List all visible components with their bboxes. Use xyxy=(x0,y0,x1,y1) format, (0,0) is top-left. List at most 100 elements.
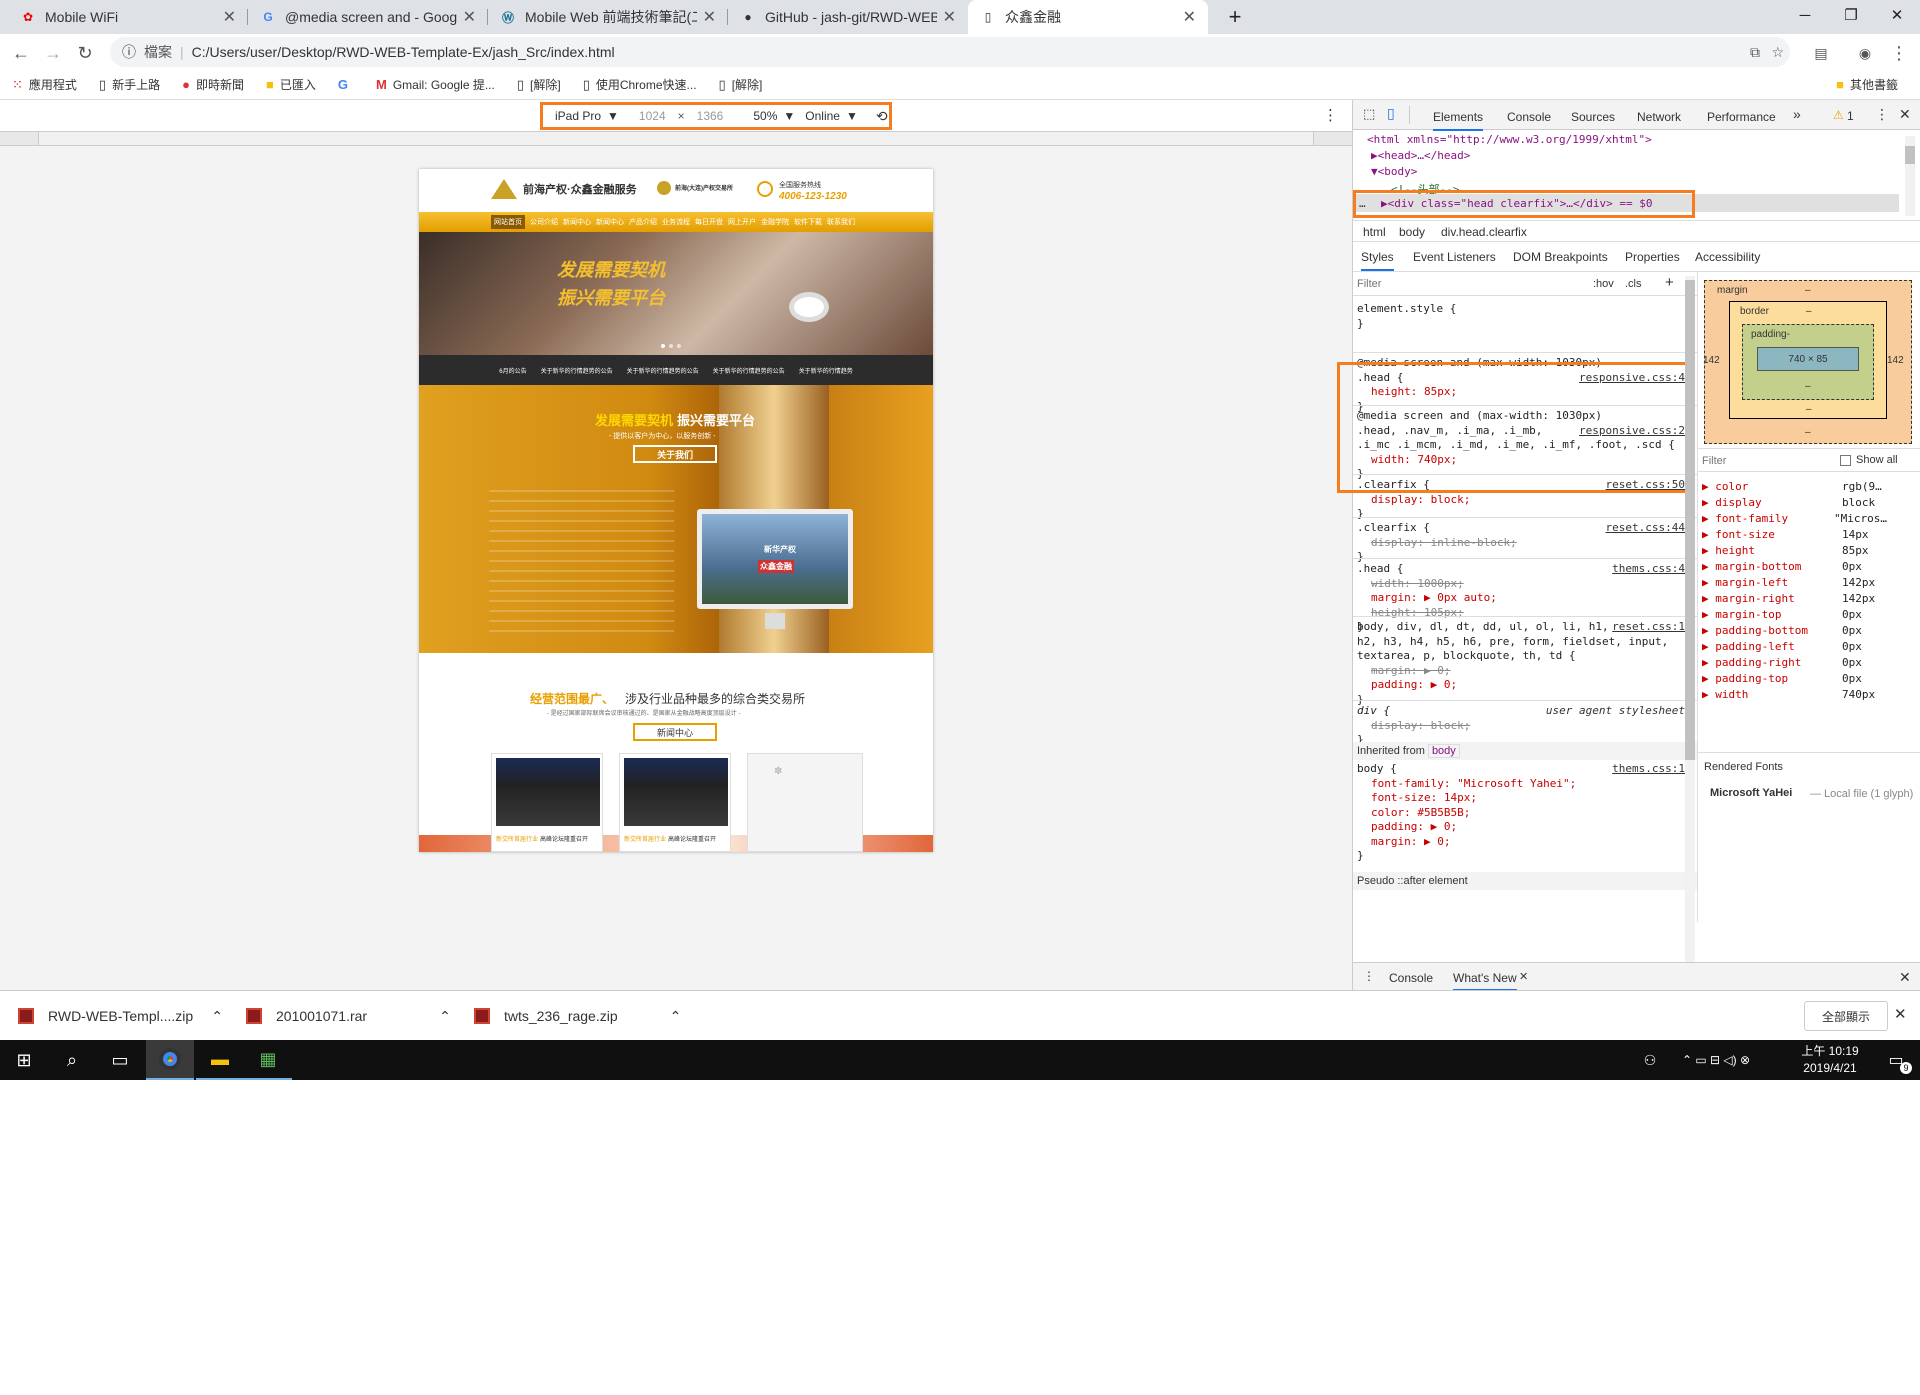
css-rule-source-link[interactable]: thems.css:4 xyxy=(1612,562,1685,577)
dom-node[interactable]: ▼<body> xyxy=(1371,165,1417,178)
more-tabs-icon[interactable]: » xyxy=(1793,106,1801,122)
bookmark-item[interactable]: G xyxy=(338,77,354,92)
device-width-input[interactable]: 1024 xyxy=(639,109,666,123)
site-nav-item[interactable]: 公司介绍 xyxy=(530,217,558,227)
site-nav-item[interactable]: 新闻中心 xyxy=(596,217,624,227)
bookmark-apps[interactable]: ⁙ 應用程式 xyxy=(12,76,77,93)
css-rule-source-link[interactable]: thems.css:1 xyxy=(1612,762,1685,777)
computed-property[interactable]: ▶ height 85px xyxy=(1702,544,1887,557)
bookmark-star-icon[interactable]: ☆ xyxy=(1771,44,1784,61)
tab-active-page[interactable]: ▯ 众鑫金融 ✕ xyxy=(968,0,1208,34)
task-view-icon[interactable]: ▭ xyxy=(96,1040,144,1080)
close-icon[interactable]: ✕ xyxy=(703,7,716,27)
tab-github[interactable]: ● GitHub - jash-git/RWD-WEB-Te ✕ xyxy=(728,0,968,34)
css-rule[interactable]: reset.css:1 body, div, dl, dt, dd, ul, ol… xyxy=(1357,620,1687,707)
css-rule[interactable]: user agent stylesheet div {display: block… xyxy=(1357,704,1687,748)
computed-property[interactable]: ▶ margin-bottom 0px xyxy=(1702,560,1887,573)
computed-property[interactable]: ▶ padding-bottom 0px xyxy=(1702,624,1887,637)
computed-property[interactable]: ▶ width 740px xyxy=(1702,688,1887,701)
computed-property[interactable]: ▶ color rgb(9… xyxy=(1702,480,1887,493)
news-strip-item[interactable]: 关于新华的行情趋势的公告 xyxy=(713,366,785,375)
maximize-button[interactable]: ❐ xyxy=(1828,0,1874,30)
computed-property[interactable]: ▶ padding-top 0px xyxy=(1702,672,1887,685)
computed-property[interactable]: ▶ font-family "Micros… xyxy=(1702,512,1887,525)
css-rule-source-link[interactable]: reset.css:1 xyxy=(1612,620,1685,635)
device-height-input[interactable]: 1366 xyxy=(697,109,724,123)
crumb-body[interactable]: body xyxy=(1399,225,1425,239)
computed-filter-input[interactable] xyxy=(1702,452,1802,470)
reload-button[interactable]: ↻ xyxy=(72,40,98,66)
news-card-placeholder[interactable]: ✽ xyxy=(747,753,863,852)
chevron-up-icon[interactable]: ⌃ xyxy=(670,1008,682,1025)
css-rule-source-link[interactable]: user agent stylesheet xyxy=(1546,704,1685,719)
omnibox[interactable]: ⓘ 檔案 | C:/Users/user/Desktop/RWD-WEB-Tem… xyxy=(110,37,1790,67)
bookmark-item[interactable]: M Gmail: Google 提... xyxy=(376,76,495,93)
styles-filter-input[interactable] xyxy=(1357,274,1587,294)
window-close-button[interactable]: ✕ xyxy=(1874,0,1920,30)
computed-property[interactable]: ▶ padding-right 0px xyxy=(1702,656,1887,669)
site-nav-item[interactable]: 每日开盘 xyxy=(695,217,723,227)
site-nav-item[interactable]: 产品介绍 xyxy=(629,217,657,227)
chrome-taskbar-icon[interactable] xyxy=(146,1040,194,1080)
close-icon[interactable]: ✕ xyxy=(223,7,236,27)
bookmark-item[interactable]: ▯ 使用Chrome快速... xyxy=(583,76,697,93)
news-strip-item[interactable]: 6月的公告 xyxy=(499,366,526,375)
zoom-select[interactable]: 50% xyxy=(753,109,777,123)
device-select[interactable]: iPad Pro xyxy=(555,109,601,123)
bookmark-item[interactable]: ▯ [解除] xyxy=(517,76,561,93)
windows-start-icon[interactable]: ⊞ xyxy=(0,1040,48,1080)
download-item[interactable]: 201001071.rar ⌃ xyxy=(246,991,458,1041)
close-download-bar-icon[interactable]: ✕ xyxy=(1894,1005,1907,1023)
rotate-icon[interactable]: ⟲ xyxy=(876,108,888,125)
clock[interactable]: 上午 10:19 2019/4/21 xyxy=(1790,1043,1870,1077)
tab-styles[interactable]: Styles xyxy=(1361,250,1394,271)
back-button[interactable]: ← xyxy=(8,40,34,66)
download-item[interactable]: twts_236_rage.zip ⌃ xyxy=(474,991,686,1041)
site-nav-item[interactable]: 业务流程 xyxy=(662,217,690,227)
news-card[interactable]: 新交所首届行业 高峰论坛隆重召开 xyxy=(491,753,603,852)
network-throttle-select[interactable]: Online xyxy=(805,109,840,123)
show-all-checkbox[interactable] xyxy=(1840,455,1851,466)
close-icon[interactable]: ✕ xyxy=(943,7,956,27)
computed-property[interactable]: ▶ display block xyxy=(1702,496,1887,509)
warning-icon[interactable]: ⚠ xyxy=(1833,108,1844,122)
styles-scrollbar[interactable] xyxy=(1685,276,1695,962)
close-icon[interactable]: ✕ xyxy=(1519,970,1528,983)
file-explorer-icon[interactable]: ▬ xyxy=(196,1040,244,1080)
device-toggle-icon[interactable]: ▯ xyxy=(1387,105,1395,122)
site-nav-item[interactable]: 金融学院 xyxy=(761,217,789,227)
close-devtools-icon[interactable]: ✕ xyxy=(1899,106,1911,123)
add-rule-icon[interactable]: + xyxy=(1665,274,1674,291)
crumb-head[interactable]: div.head.clearfix xyxy=(1441,225,1527,239)
computed-property[interactable]: ▶ margin-left 142px xyxy=(1702,576,1887,589)
computed-property[interactable]: ▶ padding-left 0px xyxy=(1702,640,1887,653)
tab-dom-breakpoints[interactable]: DOM Breakpoints xyxy=(1513,250,1608,264)
settings-menu-icon[interactable]: ⋮ xyxy=(1875,106,1889,123)
news-strip-item[interactable]: 关于新华的行情趋势的公告 xyxy=(627,366,699,375)
chart-app-icon[interactable]: ▦ xyxy=(244,1040,292,1080)
cls-toggle[interactable]: .cls xyxy=(1625,278,1642,290)
news-center-button[interactable]: 新闻中心 xyxy=(633,723,717,741)
bookmark-item[interactable]: ● 即時新聞 xyxy=(182,76,244,93)
other-bookmarks[interactable]: ■ 其他書籤 xyxy=(1836,76,1898,93)
dom-node[interactable]: ▶<head>…</head> xyxy=(1371,149,1470,162)
computed-property[interactable]: ▶ margin-right 142px xyxy=(1702,592,1887,605)
bookmark-folder[interactable]: ■ 已匯入 xyxy=(266,76,316,93)
info-icon[interactable]: ⓘ xyxy=(122,42,136,62)
translate-icon[interactable]: ⧉ xyxy=(1750,44,1760,61)
profile-icon[interactable]: ◉ xyxy=(1852,40,1878,66)
css-rule[interactable]: element.style {} xyxy=(1357,302,1687,331)
crumb-html[interactable]: html xyxy=(1363,225,1386,239)
more-options-icon[interactable]: ⋮ xyxy=(1323,106,1338,124)
css-rule[interactable]: thems.css:1 body {font-family: "Microsoft… xyxy=(1357,762,1687,864)
about-button[interactable]: 关于我们 xyxy=(633,445,717,463)
hov-toggle[interactable]: :hov xyxy=(1593,278,1614,290)
site-nav-item[interactable]: 网站首页 xyxy=(491,215,525,229)
site-nav-item[interactable]: 网上开户 xyxy=(728,217,756,227)
site-nav-item[interactable]: 新闻中心 xyxy=(563,217,591,227)
reader-icon[interactable]: ▤ xyxy=(1808,40,1834,66)
dom-scrollbar[interactable] xyxy=(1905,136,1915,216)
bookmark-item[interactable]: ▯ [解除] xyxy=(719,76,763,93)
tab-elements[interactable]: Elements xyxy=(1433,110,1484,131)
search-icon[interactable]: ⌕ xyxy=(48,1040,96,1080)
